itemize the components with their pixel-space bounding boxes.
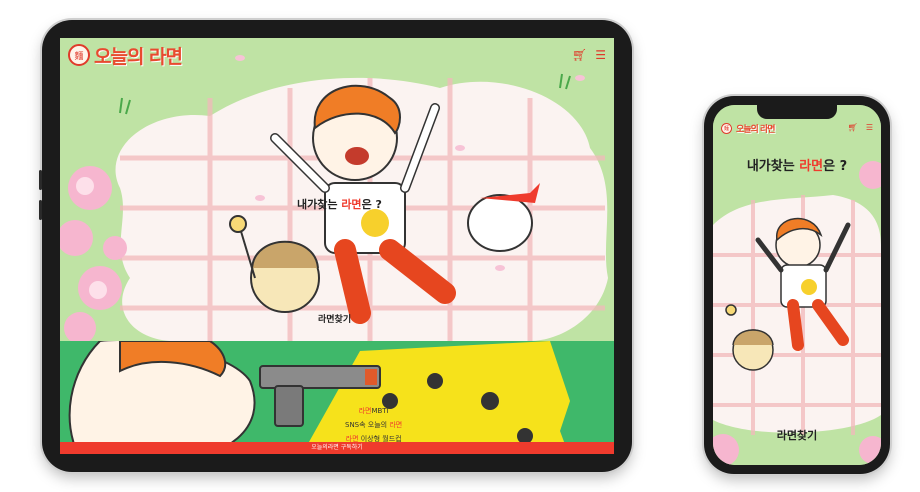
hero-title-accent: 라면 xyxy=(341,198,362,211)
hamburger-menu-icon[interactable]: ☰ xyxy=(595,49,606,61)
phone-site-header: 麵 오늘의 라면 🛒︎ ☰ xyxy=(713,119,881,137)
hero-title-suffix: 은 ? xyxy=(823,159,848,174)
tablet-side-button xyxy=(39,200,42,220)
cart-icon[interactable]: 🛒︎ xyxy=(572,49,587,61)
hero-title-prefix: 내가찾는 xyxy=(297,198,342,211)
tablet-screen: 麵 오늘의 라면 🛒︎ ☰ 내가찾는 라면은 ? 라면찾기 라면MBTI SNS… xyxy=(60,38,614,454)
tablet-device: 麵 오늘의 라면 🛒︎ ☰ 내가찾는 라면은 ? 라면찾기 라면MBTI SNS… xyxy=(39,20,632,472)
logo-badge-icon: 麵 xyxy=(68,44,90,66)
hero-title-accent: 라면 xyxy=(799,159,824,174)
site-header: 麵 오늘의 라면 🛒︎ ☰ xyxy=(60,38,614,72)
phone-site-logo[interactable]: 麵 오늘의 라면 xyxy=(721,122,776,135)
phone-find-ramen-button[interactable]: 라면찾기 xyxy=(713,427,881,443)
hero-title-prefix: 내가찾는 xyxy=(746,159,800,174)
phone-header-actions: 🛒︎ ☰ xyxy=(848,124,873,132)
promo-section[interactable] xyxy=(60,341,614,454)
site-logo[interactable]: 麵 오늘의 라면 xyxy=(68,42,183,69)
promo-item-accent: 라면 xyxy=(358,407,372,415)
hero-title-suffix: 은 ? xyxy=(361,198,382,211)
tablet-side-button xyxy=(39,170,42,190)
cart-icon[interactable]: 🛒︎ xyxy=(848,124,858,132)
promo-item-text: MBTI xyxy=(371,407,389,415)
promo-item-text: SNS속 오늘의 xyxy=(345,421,390,429)
hero-illustration xyxy=(60,38,614,341)
phone-device: 麵 오늘의 라면 🛒︎ ☰ 내가찾는 라면은 ? 라면찾기 xyxy=(704,96,890,474)
find-ramen-button[interactable]: 라면찾기 xyxy=(318,312,351,325)
phone-screen: 麵 오늘의 라면 🛒︎ ☰ 내가찾는 라면은 ? 라면찾기 xyxy=(713,105,881,465)
promo-menu: 라면MBTI SNS속 오늘의 라면 라면 이상형 월드컵 xyxy=(345,404,402,446)
logo-badge-icon: 麵 xyxy=(721,122,732,134)
phone-notch xyxy=(757,105,837,119)
subscribe-bar[interactable]: 오늘의라면 구독하기 xyxy=(60,442,614,454)
promo-item-accent: 라면 xyxy=(389,421,403,429)
promo-item-sns[interactable]: SNS속 오늘의 라면 xyxy=(345,418,402,432)
promo-illustration xyxy=(60,341,614,454)
promo-item-mbti[interactable]: 라면MBTI xyxy=(345,404,402,418)
logo-text: 오늘의 라면 xyxy=(736,124,776,135)
hero-title: 내가찾는 라면은 ? xyxy=(297,196,382,212)
header-actions: 🛒︎ ☰ xyxy=(572,49,606,61)
logo-text: 오늘의 라면 xyxy=(94,45,183,68)
phone-hero-title: 내가찾는 라면은 ? xyxy=(713,155,881,174)
hamburger-menu-icon[interactable]: ☰ xyxy=(866,124,873,132)
